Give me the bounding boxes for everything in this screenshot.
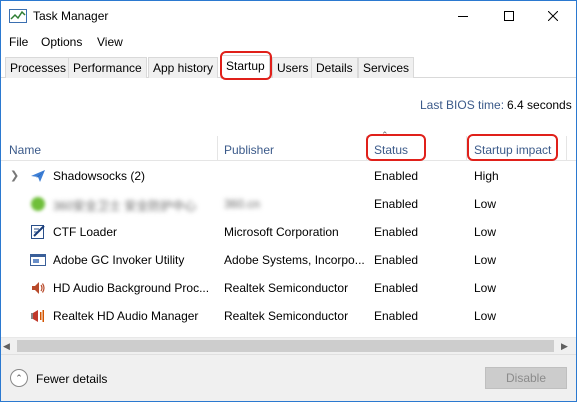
row-publisher: Microsoft Corporation xyxy=(224,225,339,239)
title-bar: Task Manager xyxy=(1,1,576,31)
ctf-loader-icon xyxy=(31,225,45,239)
paper-plane-icon xyxy=(31,170,45,182)
menu-bar: File Options View xyxy=(1,32,576,52)
tab-users[interactable]: Users xyxy=(272,57,314,78)
row-impact: High xyxy=(474,169,499,183)
footer-bar: ⌃ Fewer details Disable xyxy=(1,354,576,401)
row-impact: Low xyxy=(474,309,497,323)
row-status: Enabled xyxy=(374,197,419,211)
task-manager-icon xyxy=(9,9,27,23)
minimize-icon xyxy=(458,16,468,17)
column-divider[interactable] xyxy=(566,136,567,160)
table-row[interactable]: HD Audio Background Proc... Realtek Semi… xyxy=(1,274,566,302)
menu-file[interactable]: File xyxy=(9,35,28,49)
expand-chevron-icon[interactable]: ❯ xyxy=(10,169,19,182)
row-publisher: 360.cn xyxy=(224,197,261,211)
column-divider[interactable] xyxy=(217,136,218,160)
tab-app-history[interactable]: App history xyxy=(148,57,219,78)
close-icon xyxy=(548,11,558,21)
row-status: Enabled xyxy=(374,225,419,239)
table-row[interactable]: CTF Loader Microsoft Corporation Enabled… xyxy=(1,218,566,246)
horizontal-scrollbar[interactable]: ◀ ▶ xyxy=(1,337,576,354)
bios-time-label: Last BIOS time: xyxy=(420,98,505,112)
fewer-details-link[interactable]: Fewer details xyxy=(36,372,107,386)
row-status: Enabled xyxy=(374,309,419,323)
tab-services[interactable]: Services xyxy=(358,57,415,78)
tab-performance[interactable]: Performance xyxy=(68,57,147,78)
task-manager-window: Task Manager File Options View Processes… xyxy=(0,0,577,402)
tab-processes[interactable]: Processes xyxy=(5,57,72,78)
adobe-app-icon xyxy=(30,254,46,266)
minimize-button[interactable] xyxy=(440,1,486,31)
row-status: Enabled xyxy=(374,253,419,267)
row-name: Realtek HD Audio Manager xyxy=(53,309,199,323)
table-row[interactable]: 360安全卫士 安全防护中心 360.cn Enabled Low xyxy=(1,190,566,218)
impact-column-highlight xyxy=(467,134,558,161)
disable-button[interactable]: Disable xyxy=(485,367,567,389)
close-button[interactable] xyxy=(530,1,576,31)
row-name: Shadowsocks (2) xyxy=(53,169,146,183)
table-row[interactable]: Realtek HD Audio Manager Realtek Semicon… xyxy=(1,302,566,330)
row-status: Enabled xyxy=(374,169,419,183)
tab-strip: Processes Performance App history Startu… xyxy=(1,55,576,79)
table-row[interactable]: ❯ Shadowsocks (2) Enabled High xyxy=(1,162,566,190)
scrollbar-thumb[interactable] xyxy=(17,340,554,352)
row-name: CTF Loader xyxy=(53,225,118,239)
menu-options[interactable]: Options xyxy=(41,35,82,49)
shield-app-icon xyxy=(31,197,45,211)
table-row[interactable]: Adobe GC Invoker Utility Adobe Systems, … xyxy=(1,246,566,274)
row-name: Adobe GC Invoker Utility xyxy=(53,253,185,267)
chevron-up-icon[interactable]: ⌃ xyxy=(10,369,28,387)
column-header-publisher[interactable]: Publisher xyxy=(224,143,274,157)
audio-manager-icon xyxy=(31,310,44,322)
row-impact: Low xyxy=(474,281,497,295)
bios-time-value: 6.4 seconds xyxy=(507,98,572,112)
startup-tab-highlight xyxy=(220,51,272,80)
maximize-button[interactable] xyxy=(486,1,532,31)
row-impact: Low xyxy=(474,197,497,211)
row-name: 360安全卫士 安全防护中心 xyxy=(53,199,197,213)
row-publisher: Adobe Systems, Incorpo... xyxy=(224,253,365,267)
menu-view[interactable]: View xyxy=(97,35,123,49)
maximize-icon xyxy=(504,11,514,21)
scroll-right-icon[interactable]: ▶ xyxy=(561,341,568,352)
row-impact: Low xyxy=(474,253,497,267)
window-title: Task Manager xyxy=(33,9,109,23)
row-name: HD Audio Background Proc... xyxy=(53,281,210,295)
tab-details[interactable]: Details xyxy=(311,57,358,78)
row-publisher: Realtek Semiconductor xyxy=(224,309,349,323)
status-column-highlight xyxy=(366,134,426,161)
row-impact: Low xyxy=(474,225,497,239)
row-publisher: Realtek Semiconductor xyxy=(224,281,349,295)
row-status: Enabled xyxy=(374,281,419,295)
speaker-icon xyxy=(32,282,45,294)
scroll-left-icon[interactable]: ◀ xyxy=(3,341,10,352)
column-header-name[interactable]: Name xyxy=(9,143,41,157)
